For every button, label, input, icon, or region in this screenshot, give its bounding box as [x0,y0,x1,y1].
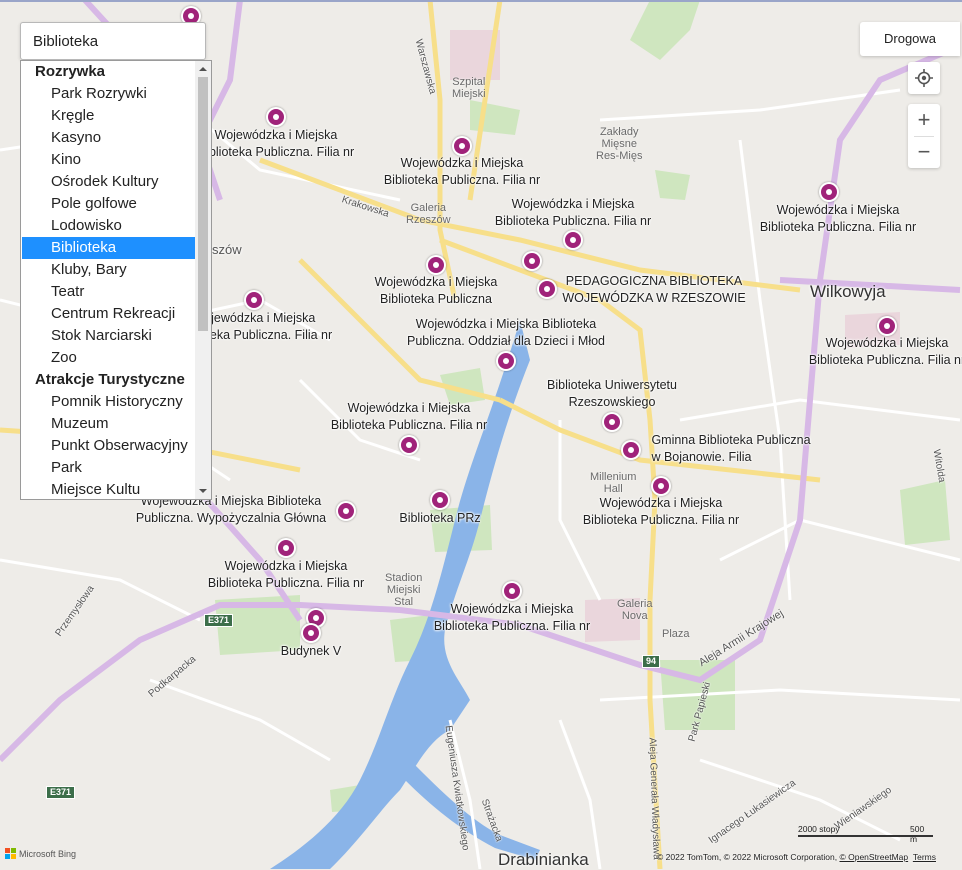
library-pin[interactable] [301,623,321,643]
library-pin[interactable] [266,107,286,127]
library-pin[interactable] [502,581,522,601]
library-pin[interactable] [496,351,516,371]
option-kino[interactable]: Kino [21,149,195,171]
window-top-border [0,0,962,2]
option-centrum-rekreacji[interactable]: Centrum Rekreacji [21,303,195,325]
library-pin[interactable] [563,230,583,250]
listbox-scrollbar[interactable] [195,61,211,499]
scrollbar-thumb[interactable] [198,77,208,331]
category-listbox[interactable]: Rozrywka Park Rozrywki Kręgle Kasyno Kin… [20,60,212,500]
scale-bar: 2000 stopy 500 m [798,824,933,844]
option-lodowisko[interactable]: Lodowisko [21,215,195,237]
option-pomnik-historyczny[interactable]: Pomnik Historyczny [21,391,195,413]
option-muzeum[interactable]: Muzeum [21,413,195,435]
crosshair-icon [915,69,933,87]
library-pin[interactable] [522,251,542,271]
option-teatr[interactable]: Teatr [21,281,195,303]
library-pin[interactable] [537,279,557,299]
option-stok-narciarski[interactable]: Stok Narciarski [21,325,195,347]
library-pin[interactable] [244,290,264,310]
scroll-up-arrow-icon[interactable] [199,67,207,71]
option-park-rozrywki[interactable]: Park Rozrywki [21,83,195,105]
library-pin[interactable] [819,182,839,202]
scale-feet: 2000 stopy [798,824,840,834]
library-pin[interactable] [452,136,472,156]
option-osrodek-kultury[interactable]: Ośrodek Kultury [21,171,195,193]
option-kluby-bary[interactable]: Kluby, Bary [21,259,195,281]
library-pin[interactable] [276,538,296,558]
library-pin[interactable] [426,255,446,275]
copyright-owners: © 2022 TomTom, © 2022 Microsoft Corporat… [657,852,840,862]
option-kregle[interactable]: Kręgle [21,105,195,127]
locate-me-button[interactable] [908,62,940,94]
option-punkt-obserwacyjny[interactable]: Punkt Obserwacyjny [21,435,195,457]
category-group: Rozrywka Park Rozrywki Kręgle Kasyno Kin… [21,61,211,369]
zoom-in-button[interactable]: + [908,104,940,136]
bing-brand-text: Microsoft Bing [19,848,77,859]
option-pole-golfowe[interactable]: Pole golfowe [21,193,195,215]
copyright-text: © 2022 TomTom, © 2022 Microsoft Corporat… [657,852,936,862]
osm-link[interactable]: © OpenStreetMap [839,852,908,862]
scale-meters: 500 m [910,824,925,844]
group-title-atrakcje: Atrakcje Turystyczne [35,371,185,388]
bing-logo[interactable]: Microsoft Bing [5,848,76,859]
library-pin[interactable] [602,412,622,432]
library-pin[interactable] [336,501,356,521]
option-kasyno[interactable]: Kasyno [21,127,195,149]
library-pin[interactable] [621,440,641,460]
terms-link[interactable]: Terms [913,852,936,862]
zoom-control: + − [908,104,940,168]
group-title-rozrywka: Rozrywka [35,63,106,80]
microsoft-logo-icon [5,848,16,859]
category-group: Atrakcje Turystyczne Pomnik Historyczny … [21,369,211,499]
option-biblioteka[interactable]: Biblioteka [22,237,195,259]
library-pin[interactable] [430,490,450,510]
library-pin[interactable] [399,435,419,455]
map-style-button[interactable]: Drogowa [860,22,960,56]
scroll-down-arrow-icon[interactable] [199,489,207,493]
scale-line [798,835,933,837]
option-zoo[interactable]: Zoo [21,347,195,369]
library-pin[interactable] [877,316,897,336]
option-park[interactable]: Park [21,457,195,479]
option-miejsce-kultu[interactable]: Miejsce Kultu [21,479,195,499]
library-pin[interactable] [651,476,671,496]
zoom-out-button[interactable]: − [908,136,940,168]
search-input[interactable]: Biblioteka [20,22,206,60]
